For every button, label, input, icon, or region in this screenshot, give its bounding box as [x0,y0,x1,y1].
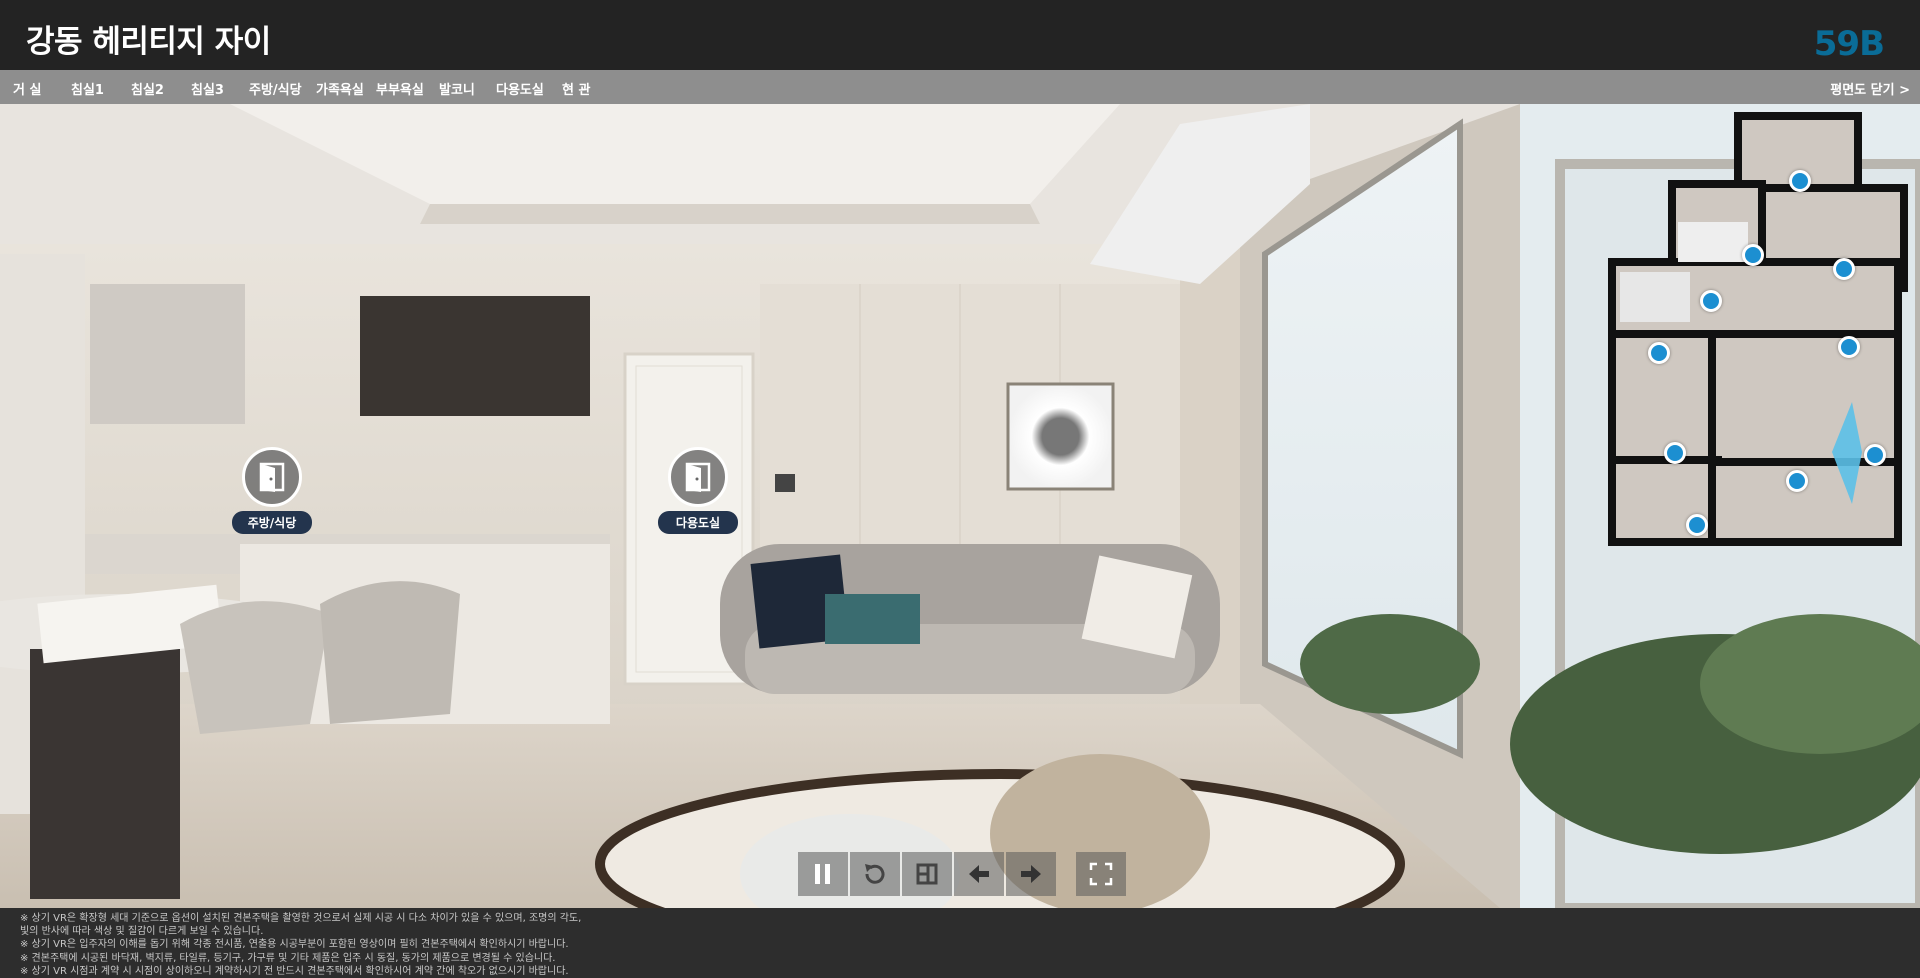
hotspot-label: 주방/식당 [232,511,312,534]
plan-pin[interactable] [1664,442,1686,464]
disclaimer-footer: ※ 상기 VR은 확장형 세대 기준으로 옵션이 설치된 견본주택을 촬영한 것… [0,908,1920,978]
pause-button[interactable] [798,852,848,896]
fullscreen-icon [1089,862,1113,886]
nav-item-living-room[interactable]: 거 실 [13,79,41,98]
header: 강동 헤리티지 자이 59B [0,0,1920,70]
door-icon [668,447,728,507]
page-title: 강동 헤리티지 자이 [26,24,271,60]
reset-icon [865,864,885,884]
plan-pin[interactable] [1648,342,1670,364]
plan-pin[interactable] [1838,336,1860,358]
plan-pin[interactable] [1700,290,1722,312]
pause-icon [815,864,830,884]
floorplan-view-button[interactable] [902,852,952,896]
disclaimer-line: ※ 견본주택에 시공된 바닥재, 벽지류, 타일류, 등기구, 가구류 및 기타… [20,952,556,964]
nav-item-entrance[interactable]: 현 관 [562,79,590,98]
door-icon [242,447,302,507]
nav-item-balcony[interactable]: 발코니 [439,79,475,98]
fullscreen-button[interactable] [1076,852,1126,896]
disclaimer-line: ※ 상기 VR 시점과 계약 시 시점이 상이하오니 계약하시기 전 반드시 견… [20,965,569,977]
nav-item-bedroom-1[interactable]: 침실1 [71,79,104,98]
next-button[interactable] [1006,852,1056,896]
floor-plan-drawing [1608,112,1908,546]
plan-pin[interactable] [1686,514,1708,536]
plan-pin[interactable] [1833,258,1855,280]
plan-pin[interactable] [1742,244,1764,266]
nav-item-master-bath[interactable]: 부부욕실 [376,79,424,98]
plan-pin[interactable] [1789,170,1811,192]
disclaimer-line: ※ 상기 VR은 입주자의 이해를 돕기 위해 각종 전시품, 연출용 시공부분… [20,939,569,951]
nav-item-bedroom-3[interactable]: 침실3 [191,79,224,98]
disclaimer-line: ※ 상기 VR은 확장형 세대 기준으로 옵션이 설치된 견본주택을 촬영한 것… [20,913,582,924]
unit-type-label: 59B [1813,24,1885,64]
plan-pin[interactable] [1864,444,1886,466]
floor-plan-minimap[interactable] [1600,112,1916,552]
room-nav: 거 실 침실1 침실2 침실3 주방/식당 가족욕실 부부욕실 발코니 다용도실… [0,70,1920,104]
hotspot-label: 다용도실 [658,511,738,534]
nav-item-bedroom-2[interactable]: 침실2 [131,79,164,98]
nav-item-utility-room[interactable]: 다용도실 [496,79,544,98]
nav-item-kitchen[interactable]: 주방/식당 [249,79,302,98]
arrow-left-icon [969,865,989,883]
nav-item-family-bath[interactable]: 가족욕실 [316,79,364,98]
plan-pin-active[interactable] [1786,470,1808,492]
prev-button[interactable] [954,852,1004,896]
layout-icon [916,863,938,885]
reset-view-button[interactable] [850,852,900,896]
close-floorplan-button[interactable]: 평면도 닫기 > [1830,79,1910,98]
arrow-right-icon [1021,865,1041,883]
vr-viewer[interactable]: 주방/식당 다용도실 [0,104,1920,908]
disclaimer-line: 빛의 반사에 따라 색상 및 질감이 다르게 보일 수 있습니다. [20,926,264,938]
